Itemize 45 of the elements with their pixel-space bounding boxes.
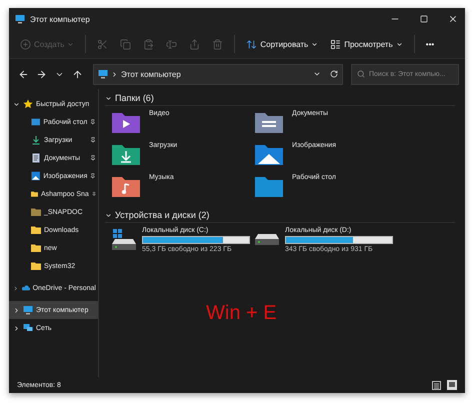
arrow-left-icon [18,68,28,80]
window-title: Этот компьютер [30,14,91,24]
collapse-icon [105,94,112,102]
close-icon [448,14,458,24]
view-icon [330,38,342,50]
copy-icon [120,38,132,50]
search-icon [357,70,365,78]
star-icon [23,99,33,109]
sort-icon [246,38,258,50]
document-icon [31,153,41,163]
dropdown-icon [313,70,321,78]
caret-icon [396,40,403,48]
cut-icon [97,38,108,50]
tiles-view-icon[interactable] [447,380,457,390]
picture-icon [31,171,40,181]
caret-icon [311,40,318,48]
details-view-icon[interactable] [432,380,441,390]
more-button[interactable]: ••• [420,33,440,55]
group-heading: Папки (6) [115,93,154,103]
shortcut-caption: Win + E [206,302,277,325]
chevron-right-icon [111,70,118,78]
sort-button[interactable]: Сортировать [241,33,324,55]
cloud-icon [22,283,30,293]
address-bar[interactable]: Этот компьютер [93,64,343,84]
group-heading: Устройства и диски (2) [115,210,210,220]
arrow-up-icon [72,68,82,80]
computer-icon [23,305,33,315]
collapse-icon [105,212,112,218]
share-icon [189,38,200,50]
paste-icon [143,38,154,50]
plus-icon [20,38,31,50]
desktop-icon [31,117,40,127]
arrow-right-icon [36,68,46,80]
computer-icon [98,69,108,79]
view-button[interactable]: Просмотреть [325,33,408,55]
download-icon [31,135,41,145]
computer-icon [15,14,25,24]
refresh-icon [330,70,338,78]
pictures-folder-icon [254,142,284,166]
downloads-folder-icon [111,142,141,166]
maximize-icon [420,15,428,23]
caret-icon [67,40,74,48]
network-icon [23,323,33,333]
rename-icon [166,38,178,50]
trash-icon [212,38,224,50]
